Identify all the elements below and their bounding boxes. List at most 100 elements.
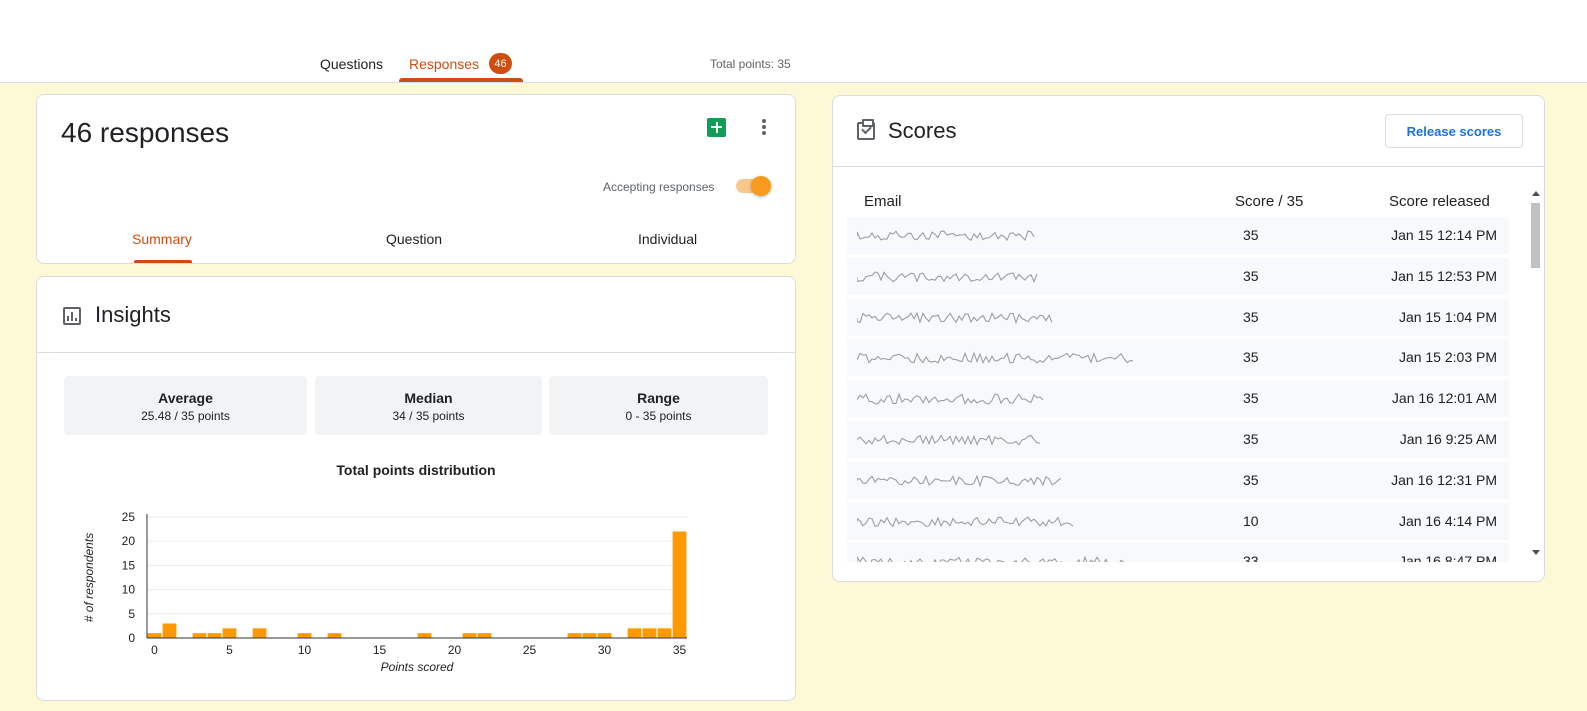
- score-value: 35: [1243, 390, 1259, 407]
- y-tick-label: 15: [122, 558, 136, 572]
- bar: [627, 628, 642, 638]
- insights-card: Insights Average 25.48 / 35 points Media…: [36, 276, 796, 701]
- stat-label: Average: [158, 390, 213, 406]
- table-row[interactable]: 35 Jan 15 12:53 PM: [847, 257, 1509, 295]
- score-released-date: Jan 15 12:14 PM: [1391, 227, 1497, 243]
- active-tab-indicator: [399, 78, 523, 82]
- x-tick-label: 5: [226, 643, 233, 657]
- tab-question[interactable]: Question: [386, 231, 442, 247]
- tab-questions[interactable]: Questions: [320, 56, 383, 72]
- tab-responses[interactable]: Responses: [409, 56, 479, 72]
- table-row[interactable]: 35 Jan 15 1:04 PM: [847, 298, 1509, 336]
- points-distribution-chart: 0 5 10 15 20 25 0 5 10 15 20 25 30 35 Points scored # o…: [82, 510, 687, 674]
- google-sheets-icon[interactable]: [707, 118, 726, 137]
- bar: [597, 633, 612, 638]
- scroll-up-arrow-icon[interactable]: [1532, 191, 1540, 196]
- y-tick-label: 10: [122, 583, 136, 597]
- score-released-date: Jan 15 1:04 PM: [1398, 308, 1497, 325]
- redacted-email: [857, 391, 1157, 406]
- bar: [327, 633, 342, 638]
- y-tick-label: 20: [122, 534, 136, 548]
- redacted-email: [857, 432, 1157, 447]
- top-nav-bar: Questions Responses 46 Total points: 35: [0, 0, 1587, 83]
- column-header-score-released[interactable]: Score released: [1389, 193, 1490, 210]
- redacted-email: [857, 473, 1157, 488]
- x-tick-label: 35: [673, 643, 687, 657]
- stat-median: Median 34 / 35 points: [315, 376, 542, 435]
- score-released-date: Jan 15 2:03 PM: [1398, 349, 1497, 366]
- bar: [252, 628, 267, 638]
- total-points-label: Total points: 35: [710, 57, 791, 71]
- summary-tab-indicator: [134, 260, 192, 263]
- table-row[interactable]: 35 Jan 16 12:31 PM: [847, 461, 1509, 499]
- bar: [567, 633, 582, 638]
- divider: [833, 166, 1544, 167]
- responses-count-badge: 46: [489, 53, 512, 74]
- tab-individual[interactable]: Individual: [638, 231, 697, 247]
- score-value: 35: [1243, 430, 1259, 447]
- release-scores-button[interactable]: Release scores: [1385, 114, 1523, 148]
- score-value: 35: [1243, 267, 1259, 284]
- assignment-turned-in-icon: [857, 119, 875, 140]
- scrollbar[interactable]: [1530, 191, 1541, 558]
- insights-title: Insights: [95, 302, 171, 327]
- table-row[interactable]: 33 Jan 16 8:47 PM: [847, 543, 1509, 562]
- score-released-date: Jan 16 12:31 PM: [1391, 471, 1497, 488]
- divider: [37, 352, 795, 353]
- stat-value: 25.48 / 35 points: [141, 409, 230, 423]
- bar: [462, 633, 477, 638]
- tab-summary[interactable]: Summary: [132, 231, 192, 247]
- bar: [147, 633, 162, 638]
- score-released-date: Jan 15 12:53 PM: [1391, 267, 1497, 284]
- scores-table-body[interactable]: 35 Jan 15 12:14 PM 35 Jan 15 12:53 PM 35 Jan …: [847, 217, 1509, 562]
- score-released-date: Jan 16 12:01 AM: [1391, 390, 1497, 407]
- stat-range: Range 0 - 35 points: [549, 376, 768, 435]
- column-header-email[interactable]: Email: [864, 193, 902, 210]
- bar: [477, 633, 492, 638]
- chart-title: Total points distribution: [336, 462, 496, 478]
- toggle-thumb[interactable]: [751, 176, 771, 196]
- redacted-email: [857, 514, 1157, 529]
- score-released-date: Jan 16 8:47 PM: [1398, 553, 1497, 562]
- x-tick-label: 10: [298, 643, 312, 657]
- bar: [192, 633, 207, 638]
- bar: [222, 628, 237, 638]
- bar: [582, 633, 597, 638]
- scroll-thumb[interactable]: [1531, 203, 1540, 268]
- y-tick-label: 0: [128, 631, 135, 645]
- table-row[interactable]: 35 Jan 15 12:14 PM: [847, 217, 1509, 254]
- stat-label: Range: [637, 390, 680, 406]
- y-tick-label: 5: [128, 607, 135, 621]
- more-vert-icon[interactable]: [756, 117, 772, 137]
- score-value: 35: [1243, 227, 1259, 243]
- accepting-responses-label: Accepting responses: [603, 180, 715, 194]
- scores-title: Scores: [888, 118, 957, 143]
- redacted-email: [857, 554, 1157, 562]
- column-header-score[interactable]: Score / 35: [1235, 193, 1303, 210]
- bar: [642, 628, 657, 638]
- table-row[interactable]: 10 Jan 16 4:14 PM: [847, 502, 1509, 540]
- bar: [207, 633, 222, 638]
- score-value: 35: [1243, 471, 1259, 488]
- score-value: 10: [1243, 512, 1259, 529]
- stat-value: 34 / 35 points: [392, 409, 465, 423]
- redacted-email: [857, 228, 1157, 243]
- x-tick-label: 25: [523, 643, 537, 657]
- scroll-down-arrow-icon[interactable]: [1532, 550, 1540, 555]
- y-tick-label: 25: [122, 510, 136, 524]
- table-row[interactable]: 35 Jan 16 9:25 AM: [847, 420, 1509, 458]
- bar: [162, 623, 177, 638]
- score-value: 35: [1243, 308, 1259, 325]
- table-row[interactable]: 35 Jan 15 2:03 PM: [847, 339, 1509, 377]
- x-tick-label: 30: [598, 643, 612, 657]
- table-row[interactable]: 35 Jan 16 12:01 AM: [847, 380, 1509, 418]
- redacted-email: [857, 350, 1157, 365]
- score-released-date: Jan 16 9:25 AM: [1399, 430, 1497, 447]
- scores-card: Scores Release scores Email Score / 35 S…: [832, 95, 1545, 582]
- redacted-email: [857, 269, 1157, 284]
- bar: [672, 531, 687, 638]
- score-value: 33: [1243, 553, 1259, 562]
- responses-count-title: 46 responses: [61, 117, 230, 148]
- stat-label: Median: [404, 390, 453, 406]
- y-axis-label: # of respondents: [82, 533, 96, 622]
